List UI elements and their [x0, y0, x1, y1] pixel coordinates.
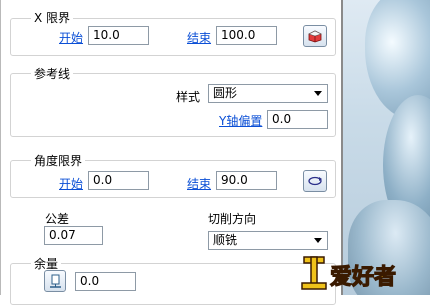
reference-line-title: 参考线	[31, 65, 74, 82]
stock-allowance-icon	[50, 274, 61, 288]
angle-end-input[interactable]: 90.0	[216, 171, 277, 190]
y-offset-link[interactable]: Y轴偏置	[219, 112, 262, 129]
x-end-link[interactable]: 结束	[187, 29, 211, 46]
tolerance-input[interactable]: 0.07	[44, 226, 103, 245]
x-start-link[interactable]: 开始	[59, 29, 83, 46]
x-limits-button[interactable]	[303, 25, 327, 47]
options-panel: X 限界 开始 10.0 结束 100.0 参考线 样式 圆形 Y轴偏置 0.0…	[0, 0, 341, 305]
chevron-down-icon	[314, 238, 322, 243]
cut-box-icon	[308, 30, 322, 43]
x-start-input[interactable]: 10.0	[88, 26, 149, 45]
angle-start-input[interactable]: 0.0	[88, 171, 149, 190]
allowance-button[interactable]	[44, 270, 66, 292]
cut-direction-label: 切削方向	[208, 212, 257, 226]
y-offset-input[interactable]: 0.0	[267, 110, 328, 129]
style-select[interactable]: 圆形	[208, 84, 328, 103]
angle-start-link[interactable]: 开始	[59, 175, 83, 192]
x-limits-title: X 限界	[31, 9, 74, 26]
tolerance-label: 公差	[45, 212, 70, 226]
watermark-text: 爱好者	[330, 264, 396, 290]
chevron-down-icon	[314, 91, 322, 96]
panel-left-edge	[0, 0, 1, 295]
angle-end-link[interactable]: 结束	[187, 175, 211, 192]
x-end-input[interactable]: 100.0	[216, 26, 277, 45]
site-watermark-logo: 爱好者	[301, 256, 397, 291]
style-select-value: 圆形	[213, 86, 238, 100]
angle-limits-button[interactable]	[303, 170, 327, 192]
model-viewport	[343, 0, 430, 295]
rotate-arrow-icon	[308, 176, 322, 186]
angle-limits-title: 角度限界	[31, 152, 86, 169]
allowance-input[interactable]: 0.0	[75, 272, 136, 291]
cut-direction-value: 顺铣	[213, 233, 238, 247]
style-label: 样式	[176, 90, 201, 104]
cut-direction-select[interactable]: 顺铣	[208, 231, 328, 250]
